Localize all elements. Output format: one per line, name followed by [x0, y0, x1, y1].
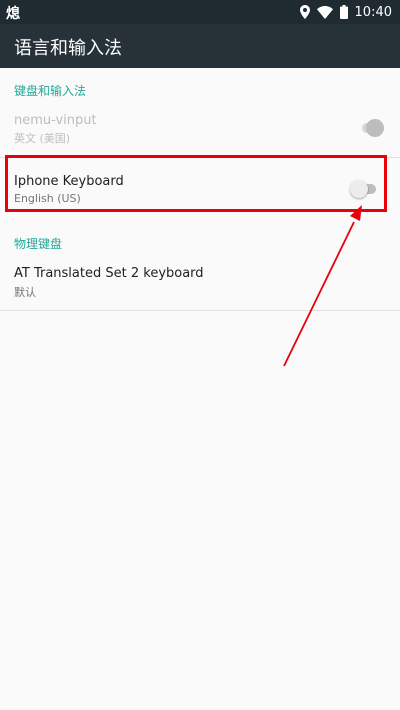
status-bar: 熄 10:40 [0, 0, 400, 24]
location-icon [299, 5, 310, 19]
status-time: 10:40 [354, 4, 392, 20]
battery-icon [339, 5, 348, 19]
divider [0, 310, 400, 311]
app-bar: 语言和输入法 [0, 24, 400, 68]
page-title: 语言和输入法 [14, 38, 122, 59]
item-title: AT Translated Set 2 keyboard [14, 266, 204, 281]
section-header-keyboard: 键盘和输入法 [14, 84, 87, 98]
toggle-switch-nemu-vinput[interactable] [358, 119, 384, 137]
list-item-nemu-vinput[interactable]: nemu-vinput 英文 (美国) [0, 104, 400, 152]
item-subtitle: English (US) [14, 192, 81, 205]
toggle-switch-iphone-keyboard[interactable] [350, 180, 376, 198]
item-subtitle: 英文 (美国) [14, 132, 71, 145]
switch-thumb [350, 180, 368, 198]
wifi-icon [316, 5, 333, 19]
divider [0, 157, 400, 158]
section-header-physical: 物理键盘 [14, 237, 63, 251]
switch-thumb [366, 119, 384, 137]
list-item-at-keyboard[interactable]: AT Translated Set 2 keyboard 默认 [0, 256, 400, 308]
item-title: nemu-vinput [14, 113, 97, 128]
status-icons: 10:40 [299, 0, 392, 24]
item-title: Iphone Keyboard [14, 174, 124, 189]
status-left-glyph: 熄 [6, 6, 20, 22]
item-subtitle: 默认 [14, 286, 36, 299]
list-item-iphone-keyboard[interactable]: Iphone Keyboard English (US) [0, 160, 400, 210]
